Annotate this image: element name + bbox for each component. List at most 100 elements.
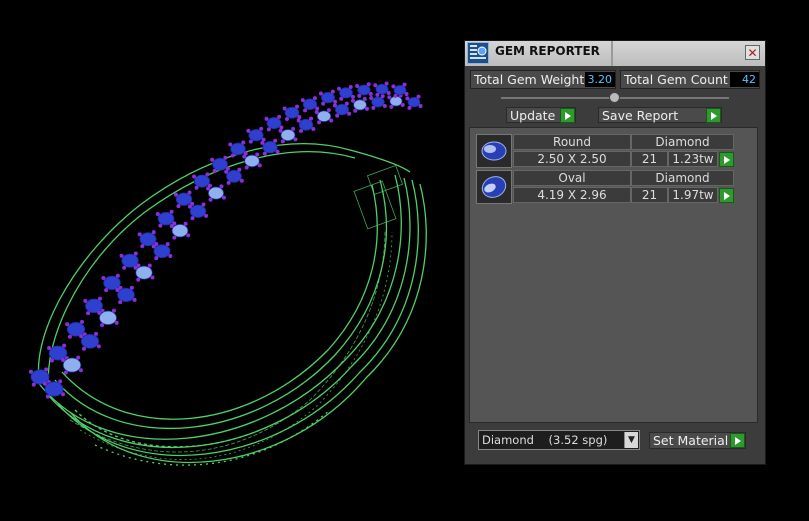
prong [282,106,287,111]
gem-row-round[interactable]: Round Diamond 2.50 X 2.50 21 1.23tw [476,134,734,169]
gem-material: Diamond [631,134,734,150]
prong [255,152,260,157]
prong [79,334,84,339]
update-button[interactable]: Update [506,107,576,123]
gem-shape: Round [513,134,631,150]
total-gem-weight-value: 3.20 [585,72,615,87]
prong [58,379,63,384]
prong [416,94,421,99]
prong [45,394,50,399]
gem-stone [66,321,86,337]
prong [329,118,334,123]
prong [212,168,217,173]
prong [158,223,163,228]
prong [280,139,285,144]
prong [389,104,394,109]
prong [80,319,85,324]
prong [321,101,326,106]
gem-stone [85,298,103,314]
prong [293,137,298,142]
prong [357,93,362,98]
prong [239,178,244,183]
prong [49,358,54,363]
material-select[interactable]: Diamond (3.52 spg) ▼ [478,430,640,450]
prong [187,190,192,195]
prong [404,92,409,97]
prong [393,93,398,98]
prong [136,277,141,282]
close-button[interactable]: ✕ [745,45,760,60]
gem-stone [193,174,211,188]
prong [230,153,235,158]
gem-stone [135,265,153,280]
gem-stone [230,142,246,156]
prong [42,381,47,386]
prong [100,323,105,328]
update-arrow-icon[interactable] [560,108,575,123]
gem-stone [334,103,349,116]
prong [114,320,119,325]
prong [151,230,156,235]
gem-stone [298,118,314,131]
prong [295,104,300,109]
title-bar[interactable]: GEM REPORTER ✕ [465,41,765,66]
set-material-arrow-icon[interactable] [730,433,745,448]
gem-stone [117,287,135,303]
gem-stone [212,157,228,171]
gem-stone [262,141,278,154]
update-label: Update [510,108,556,123]
prong [86,311,91,316]
gem-row-arrow-icon[interactable] [719,188,734,203]
gem-stone [157,211,175,226]
prong [259,126,264,131]
gem-stone [284,106,300,119]
prong [67,334,72,339]
prong [241,140,246,145]
set-material-label: Set Material [653,433,729,448]
3d-viewport[interactable] [0,0,460,518]
prong [277,114,282,119]
chevron-down-icon[interactable]: ▼ [624,432,638,448]
total-gem-count-box: Total Gem Count 42 [620,70,760,89]
prong [155,211,160,216]
gem-stone [280,129,296,142]
prong [208,197,213,202]
total-gem-count-value: 42 [730,72,759,87]
set-material-button[interactable]: Set Material [649,432,746,449]
prong [298,128,303,133]
prong [237,167,242,172]
prong [115,273,120,278]
prong [140,244,145,249]
gem-size: 4.19 X 2.96 [513,187,631,203]
save-report-button[interactable]: Save Report [598,107,722,123]
gem-row-oval[interactable]: Oval Diamond 4.19 X 2.96 21 1.97tw [476,170,734,205]
gem-stone [302,98,318,111]
prong [190,216,195,221]
gem-stone [266,117,282,130]
prong [65,322,70,327]
gem-stone [175,192,193,206]
prong [387,95,392,100]
prong [194,185,199,190]
splitter-handle[interactable] [609,92,620,103]
gem-stone [139,232,157,247]
gem-row-arrow-icon[interactable] [719,152,734,167]
gem-reporter-panel: GEM REPORTER ✕ Total Gem Weight 3.20 Tot… [464,40,766,465]
prong [224,169,229,174]
prong [266,127,271,132]
prong [382,104,387,109]
prong [183,221,188,226]
prong [375,92,380,97]
gem-reporter-icon [467,42,489,64]
save-report-arrow-icon[interactable] [706,108,721,123]
prong [264,116,269,121]
gem-stone [207,186,225,200]
prong [353,108,358,113]
gem-stone [99,310,117,326]
gem-stone [80,333,100,349]
prong [418,104,423,109]
prong [279,125,284,130]
prong [317,120,322,125]
prong [262,151,267,156]
prong [192,174,197,179]
